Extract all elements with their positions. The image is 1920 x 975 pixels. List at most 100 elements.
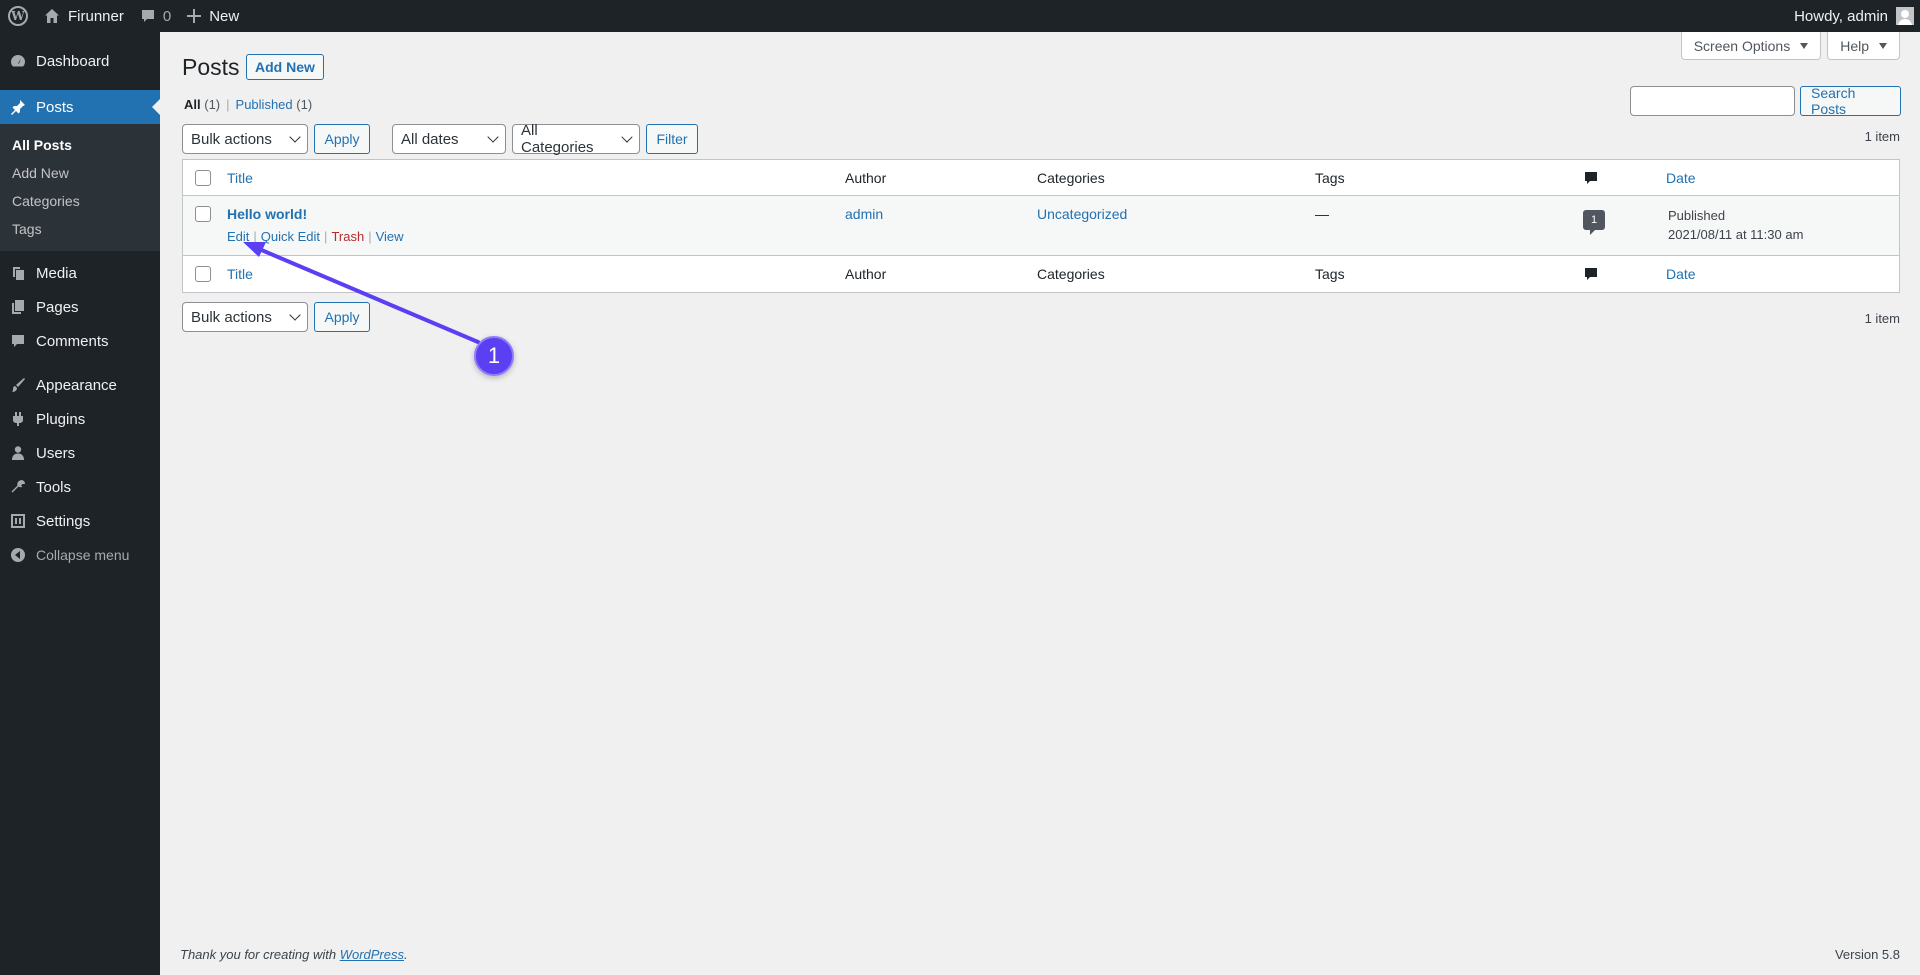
dates-filter-select[interactable]: All dates <box>392 124 506 154</box>
post-status-views: All (1) | Published (1) <box>184 97 313 112</box>
comment-bubble-icon <box>141 10 154 22</box>
sidebar-item-label: Settings <box>36 512 91 530</box>
caret-down-icon <box>1879 42 1887 49</box>
caret-down-icon <box>1800 42 1809 49</box>
select-all-checkbox[interactable] <box>195 169 211 186</box>
view-published-count: (1) <box>296 97 313 112</box>
tags-value: — <box>1315 206 1329 222</box>
pages-icon <box>10 299 26 315</box>
search-input[interactable] <box>1630 86 1795 116</box>
help-tab[interactable]: Help <box>1827 32 1900 60</box>
comment-count-bubble[interactable]: 1 <box>1583 210 1605 235</box>
footer-version: Version 5.8 <box>1834 947 1900 962</box>
bulk-actions-select-bottom[interactable]: Bulk actions <box>182 302 308 332</box>
view-published-link[interactable]: Published (1) <box>236 97 313 112</box>
wordpress-link[interactable]: WordPress <box>340 947 404 962</box>
view-all-label: All <box>184 97 201 112</box>
bulk-actions-select[interactable]: Bulk actions <box>182 124 308 154</box>
sidebar-item-label: Dashboard <box>36 52 110 70</box>
column-title-sort-footer[interactable]: Title <box>227 266 253 282</box>
account-menu[interactable]: Howdy, admin <box>1786 0 1920 32</box>
post-date: 2021/08/11 at 11:30 am <box>1668 227 1804 242</box>
edit-link[interactable]: Edit <box>227 229 249 244</box>
column-author: Author <box>845 169 887 186</box>
apply-button-bottom[interactable]: Apply <box>314 302 370 332</box>
collapse-menu-button[interactable]: Collapse menu <box>0 538 160 572</box>
screen-options-tab[interactable]: Screen Options <box>1680 32 1822 60</box>
column-date-sort-footer[interactable]: Date <box>1666 266 1696 282</box>
submenu-all-posts[interactable]: All Posts <box>0 131 160 159</box>
apply-button[interactable]: Apply <box>314 124 370 154</box>
admin-sidebar: Dashboard Posts All Posts Add New Catego… <box>0 32 160 975</box>
search-posts-button[interactable]: Search Posts <box>1800 85 1901 117</box>
submenu-tags[interactable]: Tags <box>0 215 160 243</box>
step-number-badge: 1 <box>474 336 514 376</box>
users-icon <box>10 445 26 461</box>
media-icon <box>10 265 26 281</box>
page-title: Posts <box>182 54 240 80</box>
sidebar-item-media[interactable]: Media <box>0 256 160 290</box>
column-categories: Categories <box>1037 169 1105 186</box>
submenu-add-new[interactable]: Add New <box>0 159 160 187</box>
chevron-down-icon <box>487 131 499 143</box>
avatar <box>1896 7 1914 25</box>
view-all-count: (1) <box>204 97 221 112</box>
sidebar-item-label: Tools <box>36 478 72 496</box>
plugin-icon <box>10 411 26 427</box>
column-title-sort[interactable]: Title <box>227 170 253 186</box>
table-footer-row: Title Author Categories Tags Date <box>183 256 1899 292</box>
site-name-link[interactable]: Firunner <box>36 0 132 32</box>
posts-submenu: All Posts Add New Categories Tags <box>0 124 160 251</box>
comments-count: 0 <box>162 7 172 25</box>
sidebar-item-posts[interactable]: Posts <box>0 90 160 124</box>
quick-edit-link[interactable]: Quick Edit <box>261 229 320 244</box>
view-link[interactable]: View <box>376 229 404 244</box>
add-new-button[interactable]: Add New <box>246 54 324 80</box>
column-categories-footer: Categories <box>1037 266 1105 282</box>
sidebar-item-label: Pages <box>36 298 79 316</box>
help-label: Help <box>1840 37 1869 54</box>
date-cell: Published 2021/08/11 at 11:30 am <box>1668 196 1803 255</box>
bulk-actions-value: Bulk actions <box>191 130 272 148</box>
row-checkbox[interactable] <box>195 206 211 222</box>
select-all-checkbox-footer[interactable] <box>195 266 211 282</box>
row-actions: Edit | Quick Edit | Trash | View <box>227 229 404 244</box>
dates-filter-value: All dates <box>401 130 459 148</box>
sidebar-item-settings[interactable]: Settings <box>0 504 160 538</box>
comments-link[interactable]: 0 <box>132 0 179 32</box>
table-row: Hello world! Edit | Quick Edit | Trash | View … <box>183 196 1899 256</box>
comments-column-icon <box>1583 256 1599 292</box>
brush-icon <box>10 377 26 393</box>
new-content-link[interactable]: New <box>179 0 247 32</box>
categories-filter-select[interactable]: All Categories <box>512 122 640 156</box>
trash-link[interactable]: Trash <box>331 229 364 244</box>
categories-filter-value: All Categories <box>521 122 594 156</box>
footer-thanks-text: Thank you for creating with <box>180 947 337 962</box>
sidebar-item-appearance[interactable]: Appearance <box>0 368 160 402</box>
wordpress-logo-icon[interactable]: W <box>0 0 36 32</box>
view-published-label: Published <box>235 97 293 112</box>
sidebar-item-pages[interactable]: Pages <box>0 290 160 324</box>
footer-thanks-suffix: . <box>404 947 408 962</box>
sidebar-item-plugins[interactable]: Plugins <box>0 402 160 436</box>
comments-column-icon <box>1583 160 1599 195</box>
column-tags: Tags <box>1315 169 1345 186</box>
sidebar-item-users[interactable]: Users <box>0 436 160 470</box>
author-link[interactable]: admin <box>845 206 883 222</box>
chevron-down-icon <box>289 131 301 143</box>
sidebar-item-tools[interactable]: Tools <box>0 470 160 504</box>
submenu-categories[interactable]: Categories <box>0 187 160 215</box>
column-date-sort[interactable]: Date <box>1666 170 1696 186</box>
view-all-link[interactable]: All (1) <box>184 97 220 112</box>
sidebar-item-label: Plugins <box>36 410 86 428</box>
site-name: Firunner <box>68 7 124 25</box>
item-count-bottom: 1 item <box>1864 311 1900 326</box>
category-link[interactable]: Uncategorized <box>1037 206 1127 222</box>
dashboard-icon <box>10 53 26 69</box>
collapse-arrow-icon <box>10 547 26 563</box>
sidebar-item-dashboard[interactable]: Dashboard <box>0 44 160 78</box>
post-title-link[interactable]: Hello world! <box>227 206 307 222</box>
sidebar-item-comments[interactable]: Comments <box>0 324 160 358</box>
wrench-icon <box>10 479 26 495</box>
filter-button[interactable]: Filter <box>646 124 698 154</box>
